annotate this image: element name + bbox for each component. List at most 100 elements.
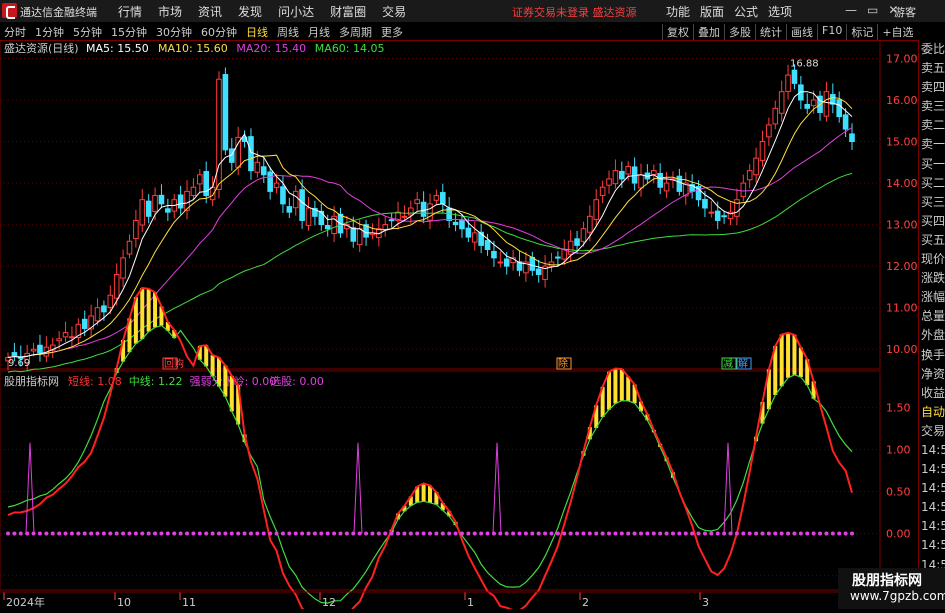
maximize-icon[interactable]: ▭	[867, 3, 878, 17]
login-notice[interactable]: 证券交易未登录 盛达资源	[512, 4, 637, 20]
watershed-dot	[242, 531, 247, 536]
chart-tool-2[interactable]: 多股	[724, 24, 755, 40]
side-panel-item-1[interactable]: 卖五	[919, 59, 945, 78]
side-panel-item-26[interactable]: 14:56	[919, 536, 945, 555]
candle-body	[650, 170, 657, 176]
watershed-dot	[415, 531, 420, 536]
side-panel-item-23[interactable]: 14:56	[919, 479, 945, 498]
right-menu-item-2[interactable]: 公式	[729, 3, 763, 20]
candle-body	[555, 256, 561, 259]
side-panel-item-24[interactable]: 14:56	[919, 498, 945, 517]
period-tab-3[interactable]: 15分钟	[111, 24, 147, 40]
menu-item-4[interactable]: 问小达	[270, 3, 322, 20]
side-panel-item-7[interactable]: 买二	[919, 174, 945, 193]
side-panel-item-8[interactable]: 买三	[919, 193, 945, 212]
side-panel-item-17[interactable]: 净资	[919, 365, 945, 384]
side-panel-item-14[interactable]: 总量	[919, 307, 945, 326]
side-panel-item-9[interactable]: 买四	[919, 212, 945, 231]
menu-item-1[interactable]: 市场	[150, 3, 190, 20]
select-signal-spike	[25, 442, 35, 534]
candle-body	[766, 124, 772, 138]
candle-body	[94, 307, 101, 322]
watershed-dot	[6, 531, 10, 536]
watershed-dot	[210, 531, 215, 536]
side-panel-item-20[interactable]: 交易	[919, 422, 945, 441]
side-panel-item-0[interactable]: 委比	[919, 40, 945, 59]
side-panel-item-18[interactable]: 收益	[919, 384, 945, 403]
side-panel-item-10[interactable]: 买五	[919, 231, 945, 250]
menu-item-2[interactable]: 资讯	[190, 3, 230, 20]
menu-item-3[interactable]: 发现	[230, 3, 270, 20]
period-tab-8[interactable]: 月线	[308, 24, 330, 40]
chart-tool-0[interactable]: 复权	[662, 24, 693, 40]
side-panel-item-22[interactable]: 14:56	[919, 460, 945, 479]
indicator-ytick-label: 1.00	[886, 444, 911, 457]
right-menu-item-3[interactable]: 选项	[763, 3, 797, 20]
side-panel-item-25[interactable]: 14:56	[919, 517, 945, 536]
menu-item-6[interactable]: 交易	[374, 3, 414, 20]
period-tab-6[interactable]: 日线	[246, 24, 268, 40]
watershed-dot	[805, 531, 810, 536]
side-panel-item-13[interactable]: 涨幅	[919, 288, 945, 307]
side-panel-item-5[interactable]: 卖一	[919, 135, 945, 154]
watershed-dot	[747, 531, 752, 536]
watermark-line2: www.7gpzb.com	[850, 589, 945, 603]
event-marker-label[interactable]: 回购	[164, 357, 184, 370]
menu-item-5[interactable]: 财富圈	[322, 3, 374, 20]
menu-item-0[interactable]: 行情	[110, 3, 150, 20]
side-panel-item-6[interactable]: 买一	[919, 155, 945, 174]
side-panel-item-2[interactable]: 卖四	[919, 78, 945, 97]
period-tab-7[interactable]: 周线	[277, 24, 299, 40]
right-menu-item-0[interactable]: 功能	[661, 3, 695, 20]
side-panel-item-16[interactable]: 换手	[919, 346, 945, 365]
chart-tool-4[interactable]: 画线	[786, 24, 817, 40]
watershed-dot	[306, 531, 311, 536]
candle-body	[734, 199, 740, 217]
candle-body	[356, 228, 363, 246]
side-panel-item-19[interactable]: 自动	[919, 403, 945, 422]
minimize-icon[interactable]: —	[845, 3, 857, 17]
watershed-dot	[434, 531, 439, 536]
watershed-dot	[734, 531, 739, 536]
indicator-ytick-label: 0.50	[886, 485, 911, 498]
period-tab-1[interactable]: 1分钟	[35, 24, 64, 40]
main-ytick-label: 12.00	[886, 260, 918, 273]
select-signal-spike	[492, 442, 502, 534]
watershed-dot	[76, 531, 81, 536]
chart-tool-5[interactable]: F10	[817, 24, 846, 40]
period-tab-5[interactable]: 60分钟	[201, 24, 237, 40]
period-tab-9[interactable]: 多周期	[339, 24, 372, 40]
event-marker-label[interactable]: 除	[558, 357, 568, 370]
event-marker-label[interactable]: 减	[723, 358, 733, 370]
guest-button[interactable]: 游客	[894, 4, 916, 20]
right-menu: 功能 版面 公式 选项	[661, 3, 797, 20]
watershed-dot	[37, 531, 42, 536]
chart-tool-3[interactable]: 统计	[755, 24, 786, 40]
event-marker-label[interactable]: 解	[738, 357, 748, 370]
side-panel-item-15[interactable]: 外盘	[919, 326, 945, 345]
period-tab-4[interactable]: 30分钟	[156, 24, 192, 40]
candle-body	[836, 99, 843, 118]
candle-body	[657, 172, 663, 188]
watershed-dot	[786, 531, 791, 536]
side-panel-item-4[interactable]: 卖二	[919, 116, 945, 135]
period-tab-10[interactable]: 更多	[381, 24, 403, 40]
side-panel-item-12[interactable]: 涨跌	[919, 269, 945, 288]
chart-area[interactable]: 17.0016.0015.0014.0013.0012.0011.0010.00…	[0, 40, 918, 609]
watershed-dot	[287, 531, 292, 536]
side-panel-item-11[interactable]: 现价	[919, 250, 945, 269]
period-tab-0[interactable]: 分时	[4, 24, 26, 40]
watershed-dot	[760, 531, 765, 536]
chart-tool-1[interactable]: 叠加	[693, 24, 724, 40]
chart-tool-7[interactable]: +自选	[877, 24, 917, 40]
chart-tool-6[interactable]: 标记	[846, 24, 877, 40]
right-menu-item-1[interactable]: 版面	[695, 3, 729, 20]
period-tab-2[interactable]: 5分钟	[73, 24, 102, 40]
candle-body	[235, 136, 241, 168]
candle-body	[427, 203, 433, 221]
candle-body	[778, 91, 785, 114]
candle-body	[420, 201, 427, 217]
side-panel-item-3[interactable]: 卖三	[919, 97, 945, 116]
indicator-name: 股朋指标网	[4, 374, 59, 388]
side-panel-item-21[interactable]: 14:56	[919, 441, 945, 460]
